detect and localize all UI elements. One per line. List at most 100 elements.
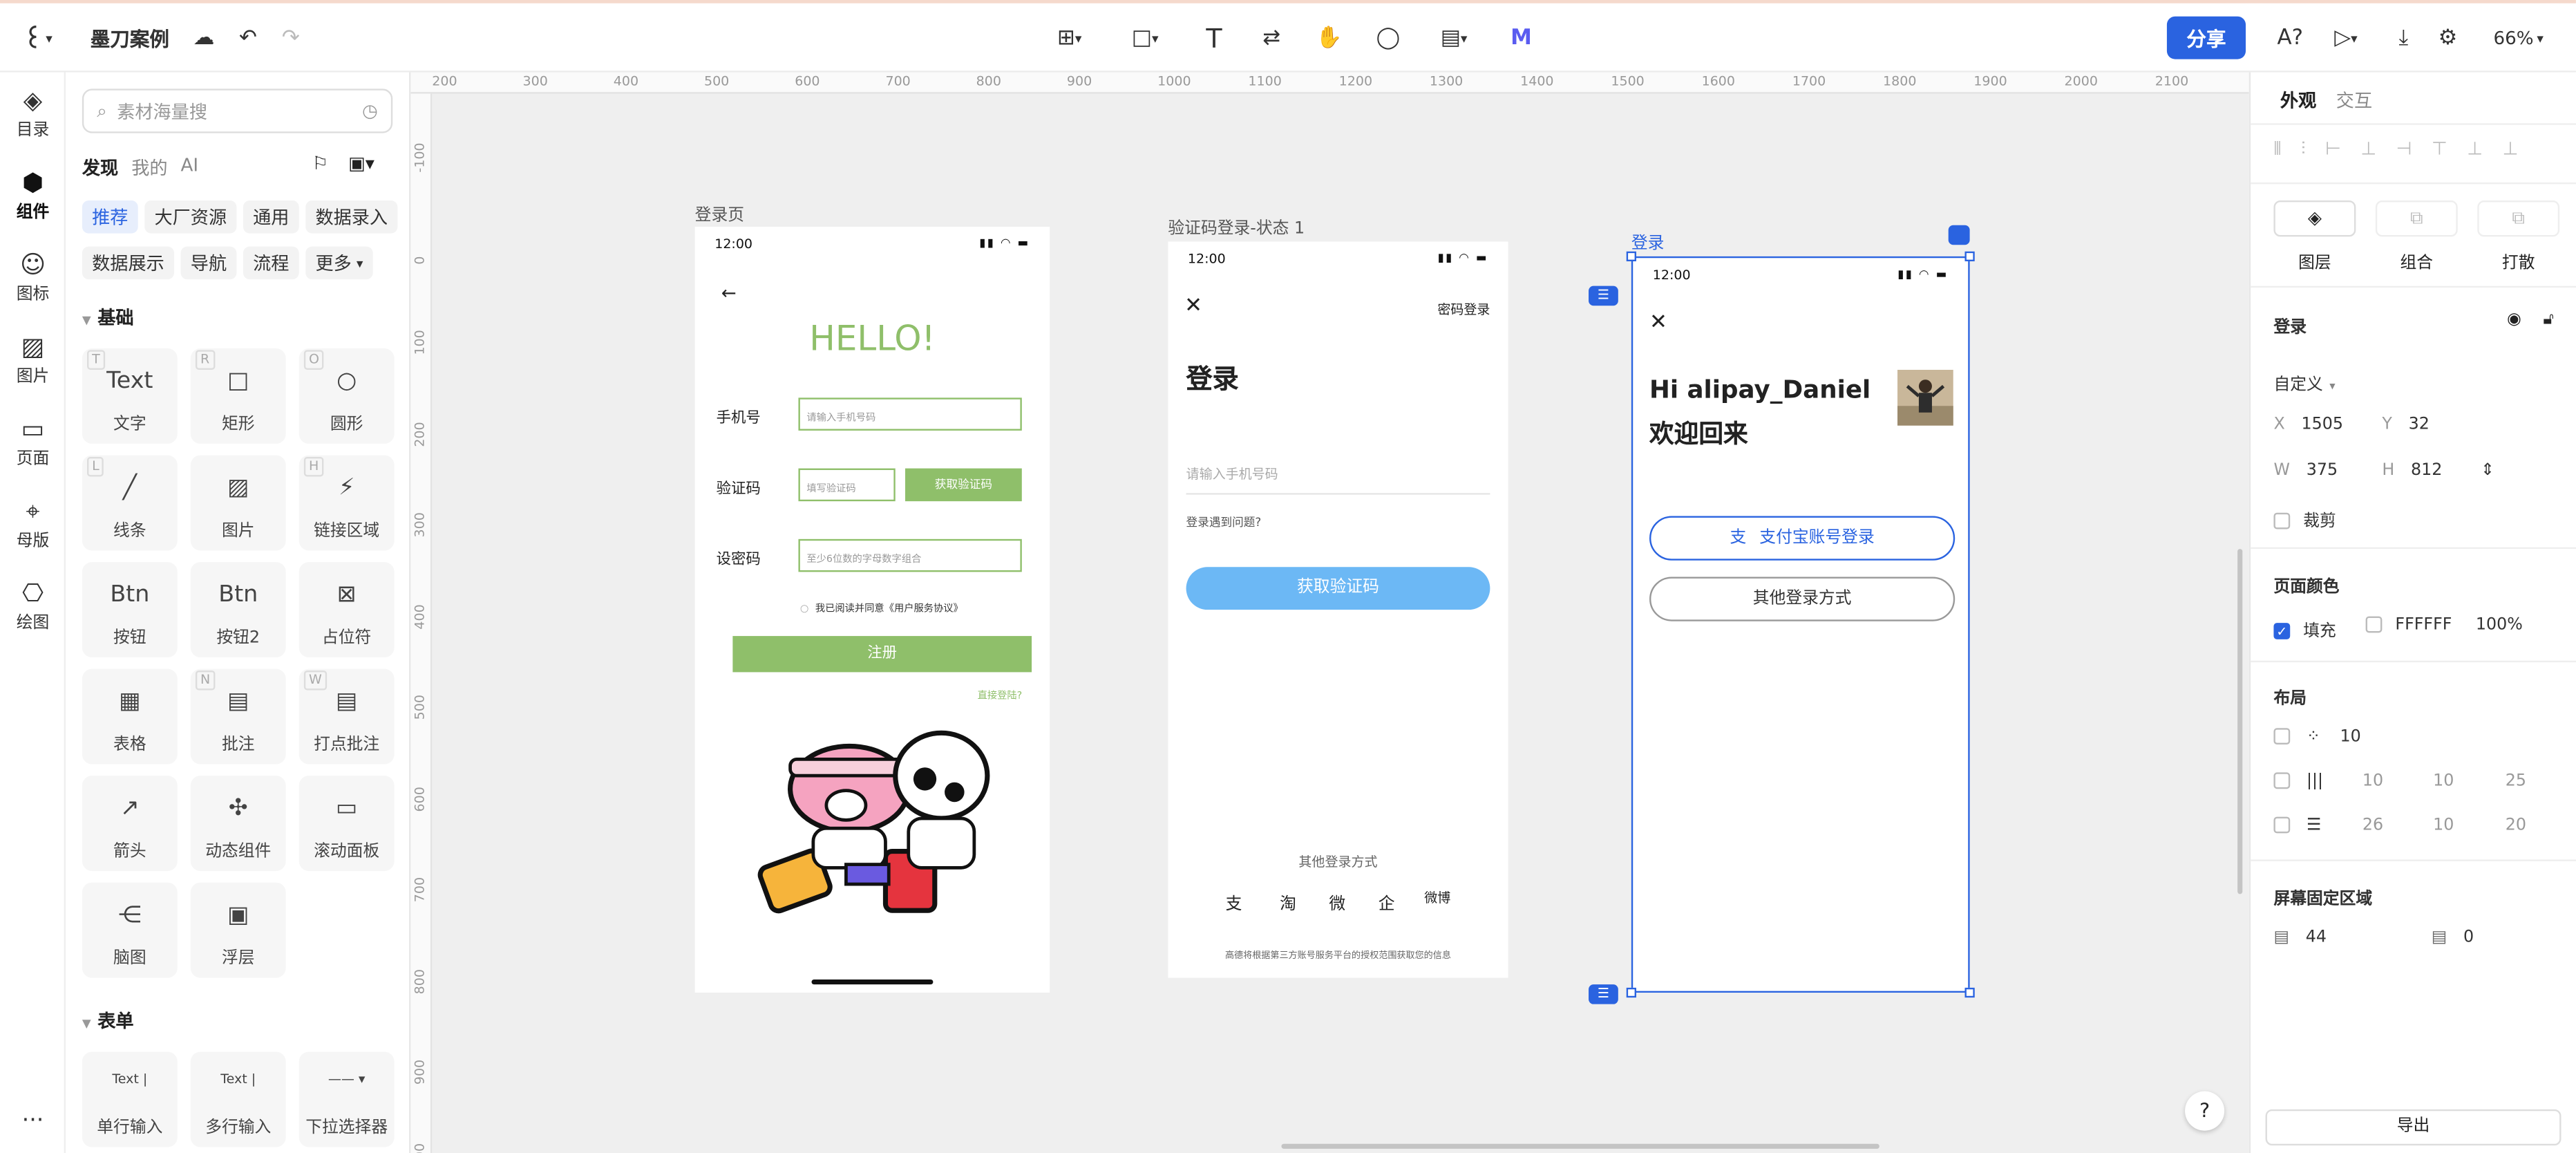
- tag-data-display[interactable]: 数据展示: [82, 246, 175, 280]
- frame-register-page[interactable]: 12:00 ▮▮ ◠ ▬ ← HELLO! 手机号 请输入手机号码 验证码 填写验…: [694, 227, 1050, 993]
- redo-icon[interactable]: ↷: [276, 20, 305, 56]
- component-card[interactable]: Btn 按钮: [82, 562, 178, 657]
- fill-checkbox[interactable]: ✓ 填充: [2273, 617, 2336, 641]
- rectangle-tool-icon[interactable]: □ ▾: [1120, 20, 1169, 56]
- text-tool-icon[interactable]: T: [1200, 20, 1229, 56]
- component-card[interactable]: ╱ L 线条: [82, 455, 178, 551]
- download-icon[interactable]: ⤓: [2389, 20, 2418, 56]
- ungroup-icon[interactable]: ⧉: [2477, 200, 2560, 237]
- rail-item-icons[interactable]: ☺ 图标: [0, 250, 66, 303]
- row-margin[interactable]: 20: [2506, 817, 2526, 835]
- font-check-icon[interactable]: A?: [2273, 20, 2307, 56]
- help-icon[interactable]: ?: [2185, 1091, 2225, 1131]
- form-component-card[interactable]: Text | 多行输入: [190, 1051, 286, 1147]
- logo-menu[interactable]: ꒰ ▾: [13, 20, 62, 56]
- link-tool-icon[interactable]: ⇄: [1257, 20, 1287, 56]
- component-card[interactable]: ↗ 箭头: [82, 776, 178, 872]
- frame-label[interactable]: 验证码登录-状态 1: [1168, 214, 1305, 238]
- form-component-card[interactable]: —— ▾ 下拉选择器: [299, 1051, 395, 1147]
- fixed-bottom-field[interactable]: ▤ 0: [2432, 928, 2474, 946]
- cloud-sync-icon[interactable]: ☁: [189, 20, 218, 56]
- weibo-icon[interactable]: 微博: [1424, 889, 1450, 907]
- frame-label[interactable]: 登录: [1631, 228, 1665, 253]
- bookmark-icon[interactable]: ⚐: [312, 153, 328, 174]
- tag-recommend[interactable]: 推荐: [82, 200, 138, 234]
- constrain-icon[interactable]: ⇕: [2481, 462, 2494, 480]
- phone-input[interactable]: 请输入手机号码: [1186, 465, 1490, 495]
- h-field[interactable]: H 812: [2382, 462, 2442, 480]
- fixed-top-marker-icon[interactable]: ☰: [1589, 285, 1618, 306]
- preview-play-icon[interactable]: ▷ ▾: [2323, 20, 2369, 56]
- component-card[interactable]: ✣ 动态组件: [190, 776, 286, 872]
- tab-mine[interactable]: 我的: [131, 154, 167, 180]
- register-button[interactable]: 注册: [732, 636, 1032, 673]
- rows-row[interactable]: ☰: [2273, 816, 2321, 835]
- close-icon[interactable]: ✕: [1649, 310, 1667, 335]
- wechat-icon[interactable]: 微: [1329, 889, 1345, 914]
- password-input[interactable]: 至少6位数的字母数字组合: [798, 538, 1022, 572]
- tab-interaction[interactable]: 交互: [2336, 87, 2372, 113]
- resize-handle[interactable]: [1626, 251, 1636, 262]
- layer-icon[interactable]: ◈: [2273, 200, 2356, 237]
- frame-login-selected[interactable]: 12:00 ▮▮ ◠ ▬ ✕ Hi alipay_Daniel 欢迎回来 支支付宝…: [1631, 256, 1970, 993]
- tab-ai[interactable]: AI: [181, 154, 199, 176]
- login-problem-link[interactable]: 登录遇到问题?: [1186, 514, 1262, 531]
- design-canvas[interactable]: 200 300 400 500 600 700 800 900 1000 1100 1200 1300…: [410, 72, 2249, 1153]
- align-toolbar[interactable]: ⫴⫶⊢⊥⊣⊤⊥⊥: [2273, 138, 2537, 161]
- frame-sms-login[interactable]: 12:00 ▮▮ ◠ ▬ ✕ 密码登录 登录 请输入手机号码 登录遇到问题? 获取…: [1168, 241, 1508, 978]
- component-card[interactable]: ⋲ 脑图: [82, 882, 178, 978]
- component-card[interactable]: ▦ 表格: [82, 668, 178, 765]
- tag-data-input[interactable]: 数据录入: [305, 200, 398, 234]
- col-gutter[interactable]: 10: [2433, 772, 2454, 790]
- component-card[interactable]: ⚡ H 链接区域: [299, 455, 395, 551]
- x-field[interactable]: X 1505: [2273, 416, 2343, 434]
- history-icon[interactable]: ◷: [362, 100, 378, 122]
- library-icon[interactable]: ▣▾: [348, 153, 375, 174]
- fill-opacity[interactable]: 100%: [2476, 617, 2523, 635]
- get-code-button[interactable]: 获取验证码: [905, 468, 1022, 502]
- more-icon[interactable]: ···: [0, 1107, 66, 1134]
- note-tool-icon[interactable]: ▤ ▾: [1429, 20, 1478, 56]
- fixed-bottom-marker-icon[interactable]: ☰: [1589, 984, 1618, 1004]
- w-field[interactable]: W 375: [2273, 462, 2338, 480]
- component-card[interactable]: ▣ 浮层: [190, 882, 286, 978]
- col-count[interactable]: 10: [2362, 772, 2383, 790]
- frame-label[interactable]: 登录页: [695, 200, 744, 225]
- phone-input[interactable]: 请输入手机号码: [798, 397, 1022, 431]
- size-preset-select[interactable]: 自定义 ▾: [2273, 370, 2335, 394]
- vertical-scrollbar[interactable]: [2237, 549, 2243, 894]
- component-card[interactable]: ▨ 图片: [190, 455, 286, 551]
- taobao-icon[interactable]: 淘: [1280, 889, 1296, 914]
- rail-item-master[interactable]: ⌖ 母版: [0, 496, 66, 550]
- frame-action-icon[interactable]: [1948, 225, 1970, 245]
- component-card[interactable]: ▤ W 打点批注: [299, 668, 395, 765]
- get-code-button[interactable]: 获取验证码: [1186, 567, 1490, 610]
- component-card[interactable]: Btn 按钮2: [190, 562, 286, 657]
- rail-item-components[interactable]: ⬢ 组件: [0, 168, 66, 222]
- project-name[interactable]: 墨刀案例: [91, 20, 169, 56]
- direct-login-link[interactable]: 直接登陆?: [978, 687, 1023, 702]
- section-basic[interactable]: ▼ 基础: [82, 304, 134, 330]
- qq-icon[interactable]: 企: [1379, 889, 1395, 914]
- comment-tool-icon[interactable]: ◯: [1374, 20, 1403, 56]
- tab-appearance[interactable]: 外观: [2280, 87, 2316, 113]
- component-card[interactable]: ○ O 圆形: [299, 348, 395, 444]
- export-button[interactable]: 导出: [2265, 1109, 2561, 1146]
- settings-sliders-icon[interactable]: ⚙: [2433, 20, 2463, 56]
- tag-navigation[interactable]: 导航: [180, 246, 237, 280]
- alipay-login-button[interactable]: 支支付宝账号登录: [1649, 516, 1955, 561]
- row-count[interactable]: 26: [2362, 817, 2383, 835]
- eye-icon[interactable]: ◉: [2507, 310, 2521, 328]
- hand-tool-icon[interactable]: ✋: [1314, 20, 1344, 56]
- columns-row[interactable]: |||: [2273, 772, 2323, 791]
- share-button[interactable]: 分享: [2166, 16, 2246, 59]
- tag-more[interactable]: 更多 ▾: [305, 246, 373, 280]
- group-icon[interactable]: ⧉: [2375, 200, 2458, 237]
- undo-icon[interactable]: ↶: [234, 20, 263, 56]
- fixed-top-field[interactable]: ▤ 44: [2273, 928, 2327, 946]
- horizontal-scrollbar[interactable]: [1281, 1143, 1879, 1149]
- resize-handle[interactable]: [1964, 987, 1975, 998]
- resize-handle[interactable]: [1626, 987, 1636, 998]
- row-gutter[interactable]: 10: [2433, 817, 2454, 835]
- component-card[interactable]: ▤ N 批注: [190, 668, 286, 765]
